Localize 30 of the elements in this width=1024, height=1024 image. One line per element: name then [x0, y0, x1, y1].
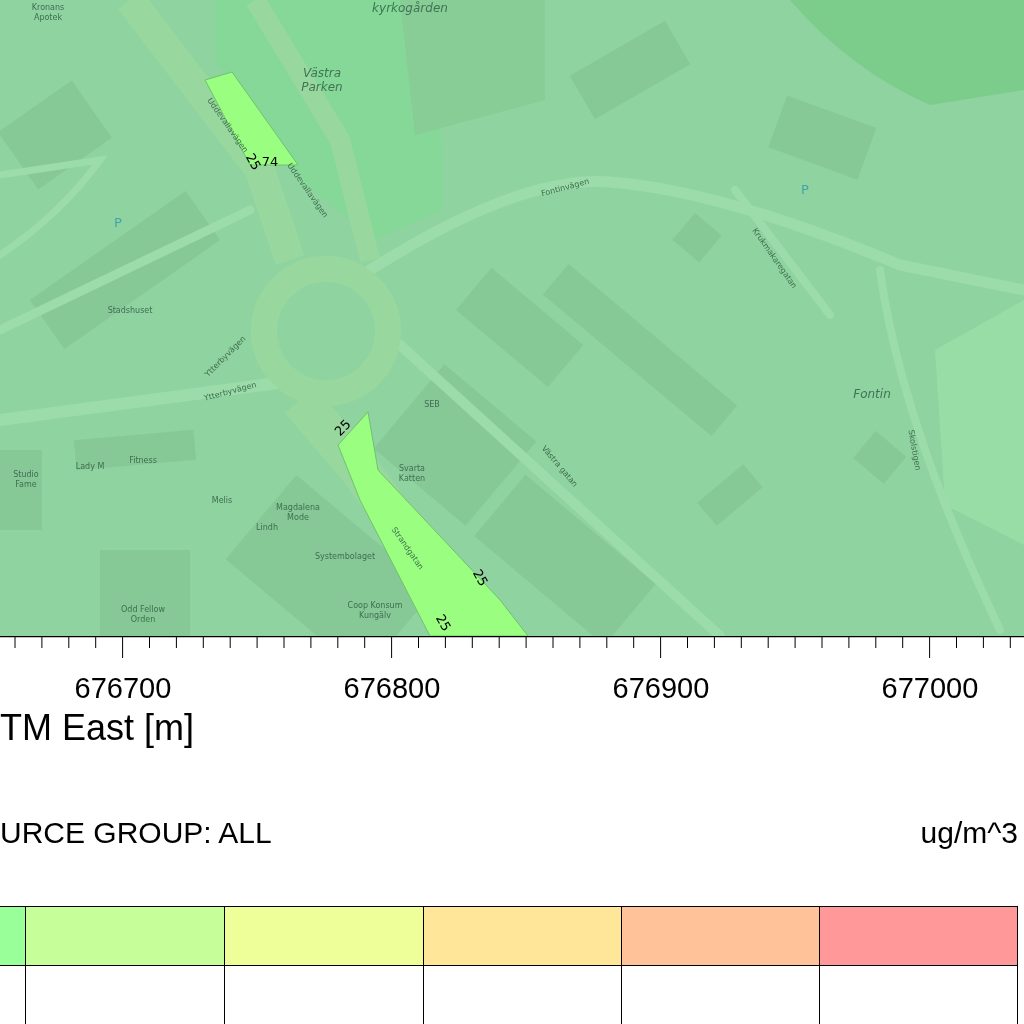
place-label: Melis	[211, 495, 233, 505]
contour-label: 25	[433, 611, 455, 634]
place-label: Fitness	[129, 455, 157, 465]
place-label: Coop Konsum Kungälv	[347, 600, 403, 620]
area-label: kyrkogården	[372, 0, 448, 15]
axis-title: TM East [m]	[0, 708, 194, 748]
place-label: Lady M	[75, 461, 105, 471]
place-label: Kronans Apotek	[31, 2, 65, 22]
place-label: Stadshuset	[107, 305, 153, 315]
place-label: Svarta Katten	[398, 463, 426, 483]
contour-label: 25	[470, 566, 492, 589]
axis-tick-label: 676800	[343, 672, 441, 704]
units-label: ug/m^3	[920, 816, 1018, 850]
place-label: Magdalena Mode	[276, 502, 320, 522]
place-label: Systembolaget	[314, 551, 376, 561]
source-group-label: URCE GROUP: ALL	[0, 816, 272, 850]
axis-tick-label: 677000	[881, 672, 979, 704]
axis-tick-label: 676900	[612, 672, 710, 704]
street-label: Skolstigen	[907, 428, 923, 472]
area-label: Fontin	[853, 386, 891, 401]
axis-tick-label: 676700	[74, 672, 172, 704]
parking-label: P	[801, 181, 809, 197]
parking-label: P	[114, 214, 122, 230]
area-label: Västra Parken	[301, 65, 343, 94]
place-label: Lindh	[256, 522, 278, 532]
contour-label: 74	[261, 153, 279, 169]
place-label: SEB	[424, 399, 440, 409]
contour-label: 25	[331, 416, 354, 439]
place-label: Odd Fellow Orden	[121, 604, 165, 624]
place-label: Studio Fame	[13, 469, 39, 489]
